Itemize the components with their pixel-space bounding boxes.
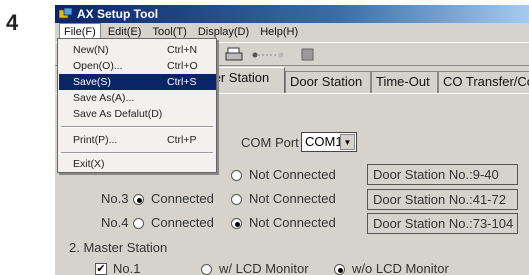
door-station-range: Door Station No.:41-72	[367, 189, 518, 210]
without-lcd-label: w/o LCD Monitor	[352, 261, 449, 275]
menu-item-exit[interactable]: Exit(X)	[59, 156, 216, 172]
menu-item-shortcut: Ctrl+S	[167, 76, 197, 88]
menu-item-open[interactable]: Open(O)... Ctrl+O	[59, 58, 216, 74]
radio-not-connected-no4[interactable]	[231, 218, 242, 229]
menu-item-label: Save(S)	[73, 76, 111, 88]
menu-item-save-as-default[interactable]: Save As Defalut(D)	[59, 106, 216, 122]
app-icon	[59, 8, 73, 19]
door-station-range: Door Station No.:73-104	[367, 213, 518, 234]
menu-item-label: New(N)	[73, 44, 109, 56]
checkbox-no1[interactable]: ✔	[95, 263, 107, 275]
door-station-range: Door Station No.:9-40	[367, 164, 518, 185]
title-bar: AX Setup Tool	[55, 5, 529, 23]
section-heading-master-station: 2. Master Station	[69, 240, 168, 255]
tab-master-station[interactable]: ter Station	[205, 67, 285, 93]
com-port-label: COM Port	[241, 135, 299, 150]
menu-item-label: Save As Defalut(D)	[73, 108, 163, 120]
menu-item-label: Save As(A)...	[73, 92, 135, 104]
menu-item-print[interactable]: Print(P)... Ctrl+P	[59, 132, 216, 148]
tab-co-transfer[interactable]: CO Transfer/Comr	[438, 71, 529, 93]
menu-item-new[interactable]: New(N) Ctrl+N	[59, 42, 216, 58]
menu-item-shortcut: Ctrl+P	[167, 134, 197, 146]
tab-door-station[interactable]: Door Station	[285, 71, 371, 93]
radio-with-lcd[interactable]	[201, 264, 212, 275]
chevron-down-icon[interactable]: ▼	[340, 134, 355, 150]
radio-without-lcd[interactable]	[334, 264, 345, 275]
station-name: No.3	[101, 191, 129, 206]
menu-separator	[61, 152, 213, 154]
connected-label: Connected	[151, 191, 214, 206]
station-name: No.4	[101, 215, 129, 230]
stop-icon[interactable]	[299, 47, 317, 62]
tab-time-out[interactable]: Time-Out	[371, 71, 438, 93]
not-connected-label: Not Connected	[249, 191, 336, 206]
print-icon[interactable]	[225, 47, 243, 62]
menu-item-shortcut: Ctrl+O	[167, 60, 198, 72]
com-port-value: COM1	[305, 134, 343, 149]
menu-item-label: Print(P)...	[73, 134, 118, 146]
radio-connected-no3[interactable]	[133, 194, 144, 205]
connected-label: Connected	[151, 215, 214, 230]
menu-item-save[interactable]: Save(S) Ctrl+S	[59, 74, 216, 90]
com-port-select[interactable]: COM1 ▼	[301, 132, 357, 152]
radio-not-connected-row1[interactable]	[231, 170, 242, 181]
radio-not-connected-no3[interactable]	[231, 194, 242, 205]
menu-item-shortcut: Ctrl+N	[167, 44, 198, 56]
menu-item-label: Exit(X)	[73, 158, 105, 170]
window-title: AX Setup Tool	[77, 7, 159, 21]
radio-connected-no4[interactable]	[133, 218, 144, 229]
menu-help[interactable]: Help(H)	[256, 23, 302, 42]
not-connected-label: Not Connected	[249, 215, 336, 230]
connect-icon[interactable]	[251, 47, 289, 62]
menu-item-save-as[interactable]: Save As(A)...	[59, 90, 216, 106]
not-connected-label: Not Connected	[249, 167, 336, 182]
step-number: 4	[6, 10, 19, 35]
with-lcd-label: w/ LCD Monitor	[219, 261, 309, 275]
file-menu-dropdown: New(N) Ctrl+N Open(O)... Ctrl+O Save(S) …	[57, 38, 217, 173]
menu-separator	[61, 126, 213, 128]
no1-label: No.1	[113, 261, 141, 275]
menu-item-label: Open(O)...	[73, 60, 123, 72]
